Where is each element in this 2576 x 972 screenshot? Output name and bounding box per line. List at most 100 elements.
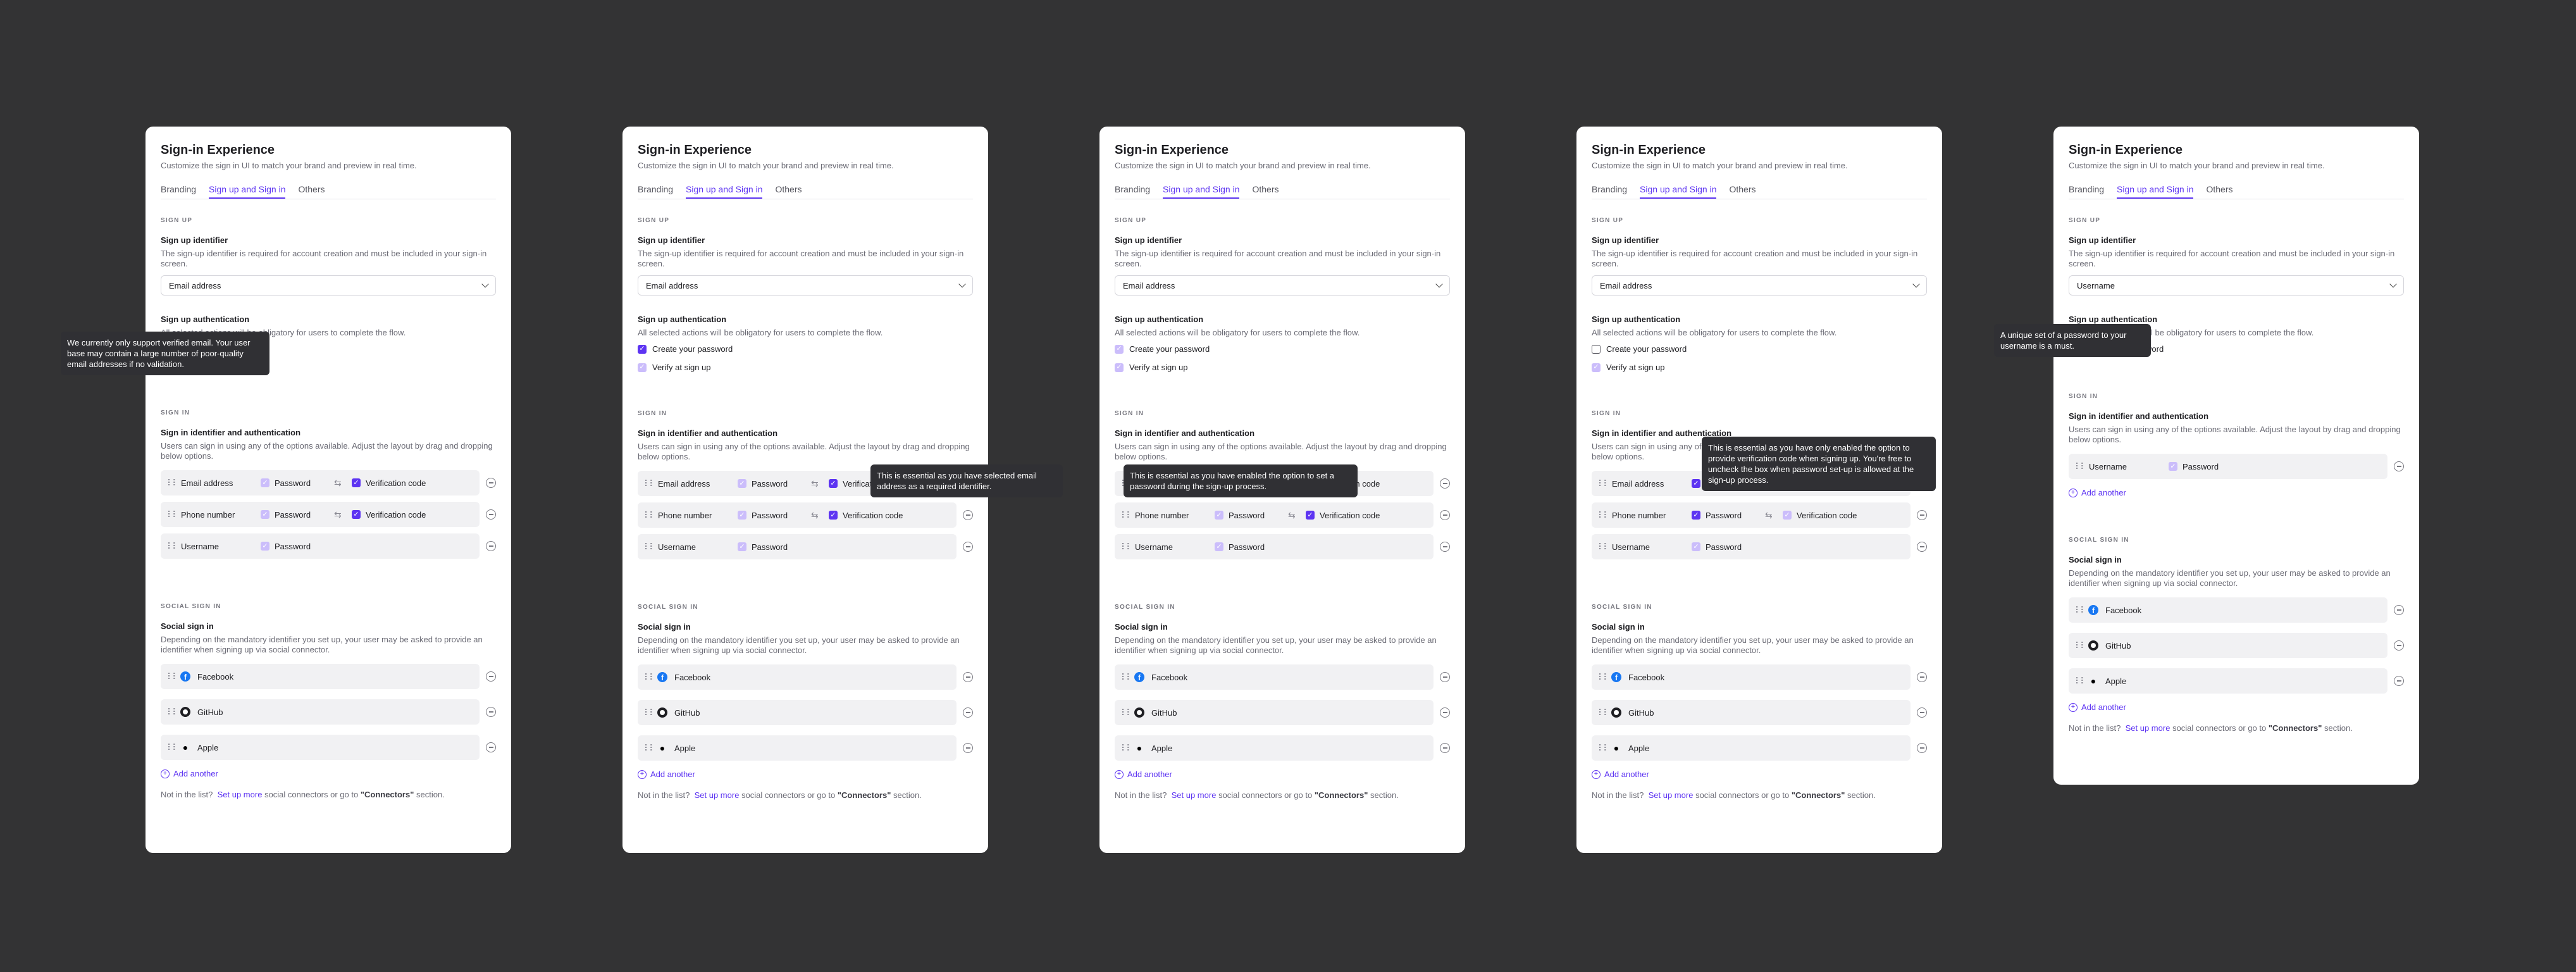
remove-icon[interactable] [963,743,973,753]
sign-in-method[interactable]: ⠇⠇ Username ✓ Password [1592,534,1910,559]
tab-branding[interactable]: Branding [161,185,196,199]
drag-handle-icon[interactable]: ⠇⠇ [2075,640,2087,651]
drag-handle-icon[interactable]: ⠇⠇ [1598,707,1610,718]
social-connector[interactable]: ⠇⠇ f Facebook [2069,597,2387,623]
drag-handle-icon[interactable]: ⠇⠇ [167,707,179,718]
sign-in-method[interactable]: ⠇⠇ Phone number ✓ Password ⇆ ✓ Verification co… [638,502,957,528]
password-option[interactable]: ✓ Password [261,542,334,551]
set-up-more-link[interactable]: Set up more [2126,723,2170,733]
swap-icon[interactable]: ⇆ [811,478,829,489]
remove-icon[interactable] [1440,542,1450,552]
tab-others[interactable]: Others [775,185,802,199]
remove-icon[interactable] [1917,707,1927,718]
drag-handle-icon[interactable]: ⠇⠇ [1598,510,1610,521]
create-password-option[interactable]: ✓ Create your password [638,344,973,354]
sign-in-method[interactable]: ⠇⠇ Username ✓ Password [2069,454,2387,479]
verify-at-sign-up-option[interactable]: ✓ Verify at sign up [1115,363,1450,372]
set-up-more-link[interactable]: Set up more [1649,790,1694,800]
password-option[interactable]: ✓ Password [738,542,811,552]
drag-handle-icon[interactable]: ⠇⠇ [1121,510,1133,521]
drag-handle-icon[interactable]: ⠇⠇ [2075,605,2087,616]
password-option[interactable]: ✓ Password [1692,542,1765,552]
drag-handle-icon[interactable]: ⠇⠇ [1121,743,1133,754]
drag-handle-icon[interactable]: ⠇⠇ [167,742,179,753]
verification-code-option[interactable]: ✓ Verification code [352,478,426,488]
add-another-connector-button[interactable]: + Add another [1592,770,1927,779]
drag-handle-icon[interactable]: ⠇⠇ [167,541,179,552]
remove-icon[interactable] [963,672,973,682]
remove-icon[interactable] [2394,640,2404,651]
remove-icon[interactable] [1917,743,1927,753]
remove-icon[interactable] [963,510,973,520]
verification-code-checkbox[interactable]: ✓ [352,478,361,487]
drag-handle-icon[interactable]: ⠇⠇ [167,671,179,682]
password-option[interactable]: ✓ Password [2169,462,2242,471]
remove-icon[interactable] [1440,743,1450,753]
remove-icon[interactable] [1440,510,1450,520]
tab-others[interactable]: Others [298,185,325,199]
sign-in-method[interactable]: ⠇⠇ Phone number ✓ Password ⇆ ✓ Verification co… [1592,502,1910,528]
password-option[interactable]: ✓ Password [1215,511,1288,520]
drag-handle-icon[interactable]: ⠇⠇ [1121,542,1133,552]
verify-at-sign-up-option[interactable]: ✓ Verify at sign up [1592,363,1927,372]
remove-icon[interactable] [1917,672,1927,682]
tab-sign-up-and-sign-in[interactable]: Sign up and Sign in [2117,185,2194,199]
password-option[interactable]: ✓ Password [738,511,811,520]
add-another-connector-button[interactable]: + Add another [161,769,496,778]
tab-branding[interactable]: Branding [638,185,673,199]
verify-at-sign-up-option[interactable]: ✓ Verify at sign up [638,363,973,372]
set-up-more-link[interactable]: Set up more [695,790,740,800]
sign-in-method[interactable]: ⠇⠇ Username ✓ Password [161,533,480,559]
remove-icon[interactable] [486,478,496,488]
tab-sign-up-and-sign-in[interactable]: Sign up and Sign in [686,185,763,199]
remove-icon[interactable] [2394,605,2404,615]
sign-in-method[interactable]: ⠇⠇ Phone number ✓ Password ⇆ ✓ Verification co… [1115,502,1434,528]
verification-code-checkbox[interactable]: ✓ [352,510,361,519]
drag-handle-icon[interactable]: ⠇⠇ [644,707,656,718]
remove-icon[interactable] [963,707,973,718]
tab-others[interactable]: Others [2206,185,2232,199]
remove-icon[interactable] [1440,707,1450,718]
create-password-checkbox[interactable] [1592,344,1601,354]
set-up-more-link[interactable]: Set up more [218,790,263,799]
add-another-connector-button[interactable]: + Add another [638,770,973,779]
verification-code-option[interactable]: ✓ Verification code [352,510,426,520]
password-checkbox[interactable]: ✓ [1692,479,1700,488]
add-another-sign-in-button[interactable]: + Add another [2069,488,2404,497]
social-connector[interactable]: ⠇⠇ GitHub [2069,633,2387,658]
drag-handle-icon[interactable]: ⠇⠇ [644,478,656,489]
social-connector[interactable]: ⠇⠇ ● Apple [1592,735,1910,761]
remove-icon[interactable] [963,542,973,552]
drag-handle-icon[interactable]: ⠇⠇ [1598,672,1610,683]
remove-icon[interactable] [1440,672,1450,682]
remove-icon[interactable] [1440,478,1450,489]
social-connector[interactable]: ⠇⠇ ● Apple [161,735,480,760]
tab-sign-up-and-sign-in[interactable]: Sign up and Sign in [209,185,286,199]
social-connector[interactable]: ⠇⠇ f Facebook [161,664,480,689]
verification-code-checkbox[interactable]: ✓ [1306,511,1315,520]
password-option[interactable]: ✓ Password [261,510,334,520]
sign-in-method[interactable]: ⠇⠇ Username ✓ Password [1115,534,1434,559]
drag-handle-icon[interactable]: ⠇⠇ [1598,743,1610,754]
drag-handle-icon[interactable]: ⠇⠇ [1121,707,1133,718]
create-password-checkbox[interactable]: ✓ [638,344,647,354]
drag-handle-icon[interactable]: ⠇⠇ [2075,676,2087,687]
verification-code-option[interactable]: ✓ Verification code [1306,511,1380,520]
drag-handle-icon[interactable]: ⠇⠇ [644,672,656,683]
social-connector[interactable]: ⠇⠇ ● Apple [2069,668,2387,694]
social-connector[interactable]: ⠇⠇ GitHub [1115,700,1434,725]
remove-icon[interactable] [2394,461,2404,471]
swap-icon[interactable]: ⇆ [1765,510,1783,521]
social-connector[interactable]: ⠇⠇ ● Apple [1115,735,1434,761]
drag-handle-icon[interactable]: ⠇⠇ [644,542,656,552]
tab-branding[interactable]: Branding [2069,185,2104,199]
remove-icon[interactable] [1917,542,1927,552]
drag-handle-icon[interactable]: ⠇⠇ [1598,542,1610,552]
swap-icon[interactable]: ⇆ [811,510,829,521]
tab-sign-up-and-sign-in[interactable]: Sign up and Sign in [1640,185,1717,199]
remove-icon[interactable] [486,742,496,752]
create-password-option[interactable]: Create your password [1592,344,1927,354]
verification-code-checkbox[interactable]: ✓ [829,479,838,488]
password-option[interactable]: ✓ Password [261,478,334,488]
verification-code-option[interactable]: ✓ Verification code [1783,511,1857,520]
